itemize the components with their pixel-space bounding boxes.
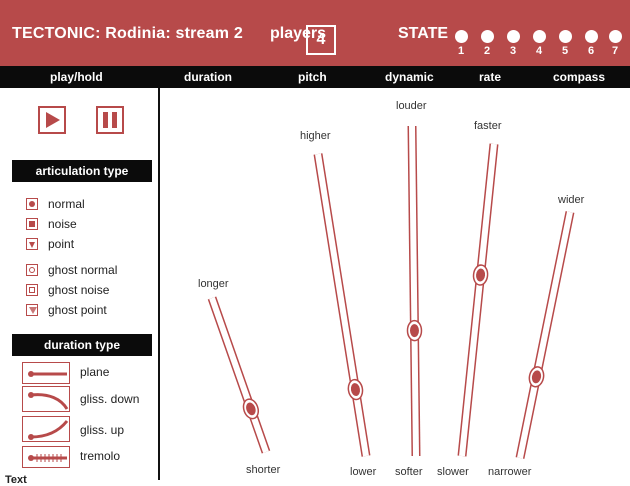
state-6-button[interactable] — [585, 30, 598, 43]
articulation-noise[interactable]: noise — [26, 216, 77, 232]
rate-bottom-label: slower — [437, 466, 469, 478]
state-5-button[interactable] — [559, 30, 572, 43]
slider-area: longer shorter higher lower louder softe… — [160, 88, 630, 480]
state-2-button[interactable] — [481, 30, 494, 43]
articulation-ghost-point[interactable]: ghost point — [26, 302, 107, 318]
dynamic-bottom-label: softer — [395, 466, 423, 478]
col-dynamic: dynamic — [385, 70, 434, 84]
dynamic-top-label: louder — [396, 100, 427, 112]
duration-top-label: longer — [198, 278, 229, 290]
col-compass: compass — [553, 70, 606, 84]
compass-bottom-label: narrower — [488, 466, 532, 478]
col-play-hold: play/hold — [50, 70, 103, 84]
rate-top-label: faster — [474, 120, 502, 132]
noise-icon — [26, 218, 38, 230]
duration-plane-button[interactable] — [22, 362, 70, 384]
articulation-ghost-point-label: ghost point — [48, 303, 107, 317]
ghost-point-icon — [26, 304, 38, 316]
articulation-ghost-noise[interactable]: ghost noise — [26, 282, 109, 298]
articulation-normal-label: normal — [48, 197, 85, 211]
pitch-bottom-label: lower — [350, 466, 377, 478]
sliders-svg — [207, 125, 575, 459]
dynamic-slider-track-fill — [409, 125, 419, 457]
pitch-slider-track-fill — [315, 153, 369, 457]
duration-gliss-up-label: gliss. up — [80, 423, 125, 437]
duration-gliss-down-label: gliss. down — [80, 392, 140, 406]
state-1-label: 1 — [457, 45, 465, 57]
duration-tremolo-label: tremolo — [80, 449, 121, 463]
state-4-button[interactable] — [533, 30, 546, 43]
articulation-noise-label: noise — [48, 217, 77, 231]
state-4-label: 4 — [535, 45, 543, 57]
articulation-normal[interactable]: normal — [26, 196, 85, 212]
ghost-noise-icon — [26, 284, 38, 296]
players-input[interactable]: 4 — [306, 25, 336, 55]
normal-icon — [26, 198, 38, 210]
articulation-ghost-noise-label: ghost noise — [48, 283, 110, 297]
state-1-button[interactable] — [455, 30, 468, 43]
app-title: TECTONIC: Rodinia: stream 2 — [12, 25, 243, 42]
col-rate: rate — [479, 70, 502, 84]
plane-icon — [28, 371, 67, 377]
text-label: Text — [5, 474, 27, 486]
duration-bottom-label: shorter — [246, 464, 281, 476]
column-header-bar: play/hold duration pitch dynamic rate co… — [0, 66, 630, 88]
play-button[interactable] — [38, 106, 66, 134]
duration-plane-label: plane — [80, 365, 110, 379]
state-7-label: 7 — [611, 45, 619, 57]
duration-header: duration type — [12, 334, 152, 356]
compass-top-label: wider — [558, 194, 585, 206]
play-icon — [46, 112, 60, 128]
state-2-label: 2 — [483, 45, 491, 57]
gliss-up-icon — [28, 420, 69, 440]
articulation-ghost-normal[interactable]: ghost normal — [26, 262, 117, 278]
duration-tremolo-button[interactable] — [22, 446, 70, 468]
state-3-label: 3 — [509, 45, 517, 57]
ghost-normal-icon — [26, 264, 38, 276]
duration-gliss-up-button[interactable] — [22, 416, 70, 442]
col-pitch: pitch — [298, 70, 327, 84]
pause-icon — [103, 112, 117, 128]
col-duration: duration — [184, 70, 232, 84]
articulation-ghost-normal-label: ghost normal — [48, 263, 118, 277]
left-panel: articulation type normal noise point gho… — [0, 88, 160, 480]
state-3-button[interactable] — [507, 30, 520, 43]
articulation-point[interactable]: point — [26, 236, 74, 252]
rate-slider-track-fill — [459, 143, 497, 457]
pitch-top-label: higher — [300, 130, 331, 142]
state-5-label: 5 — [561, 45, 569, 57]
state-label: STATE — [398, 25, 449, 42]
gliss-down-icon — [28, 392, 69, 410]
articulation-header: articulation type — [12, 160, 152, 182]
top-bar: TECTONIC: Rodinia: stream 2 players 4 ST… — [0, 0, 630, 66]
duration-gliss-down-button[interactable] — [22, 386, 70, 412]
duration-slider-track-fill — [209, 297, 269, 453]
state-6-label: 6 — [587, 45, 595, 57]
state-7-button[interactable] — [609, 30, 622, 43]
point-icon — [26, 238, 38, 250]
pause-button[interactable] — [96, 106, 124, 134]
compass-slider-track-fill — [517, 211, 573, 459]
articulation-point-label: point — [48, 237, 75, 251]
tremolo-icon — [28, 454, 67, 462]
